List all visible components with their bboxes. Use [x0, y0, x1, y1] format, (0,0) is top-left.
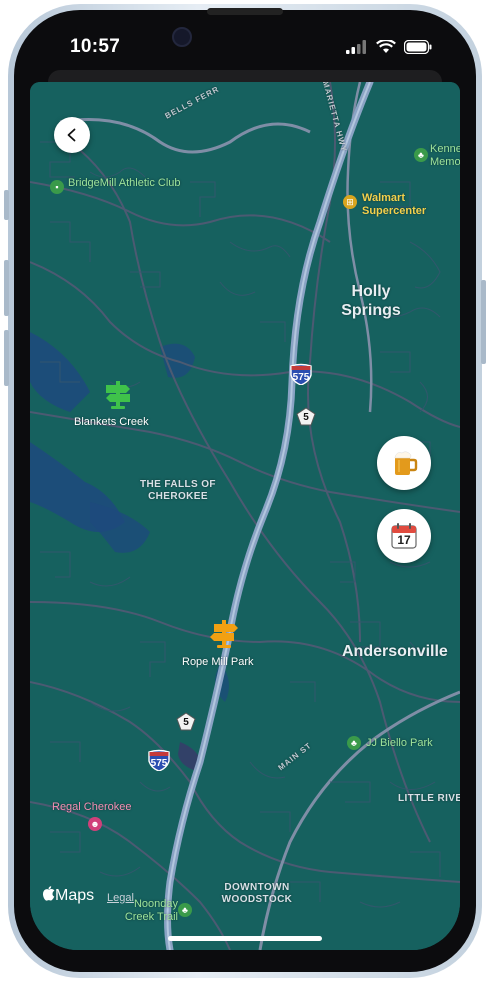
shopping-cart-icon-walmart[interactable]: ⊞: [343, 195, 357, 209]
speaker-grille: [207, 8, 283, 15]
calendar-icon: 17: [390, 522, 418, 550]
beer-filter-button[interactable]: [377, 436, 431, 490]
calendar-filter-button[interactable]: 17: [377, 509, 431, 563]
state-route-5-shield: 5: [296, 407, 316, 426]
state-route-5-shield-south: 5: [176, 712, 196, 731]
chevron-left-icon: [67, 128, 76, 142]
trail-label-blankets-creek[interactable]: Blankets Creek: [74, 416, 149, 428]
trail-label-rope-mill[interactable]: Rope Mill Park: [182, 656, 254, 668]
action-button: [4, 190, 9, 220]
calendar-day-label: 17: [397, 533, 411, 547]
battery-icon: [404, 40, 432, 54]
wifi-icon: [376, 40, 396, 53]
cellular-signal-icon: [346, 40, 366, 54]
interstate-575-shield-south: 575: [147, 749, 171, 771]
interstate-575-shield: 575: [289, 363, 313, 385]
poi-label-bridgemill[interactable]: BridgeMill Athletic Club: [68, 177, 188, 190]
apple-maps-logo: Maps: [42, 886, 94, 905]
interstate-575-south-label: 575: [150, 757, 168, 769]
trail-sign-icon-blankets-creek[interactable]: [102, 377, 134, 414]
status-icons: [346, 40, 432, 54]
volume-down-button: [4, 330, 9, 386]
park-icon-noonday[interactable]: ♣: [178, 903, 192, 917]
place-label-falls-of-cherokee: THE FALLS OF CHEROKEE: [140, 479, 216, 502]
park-icon-jj-biello[interactable]: ♣: [347, 736, 361, 750]
volume-up-button: [4, 260, 9, 316]
interstate-575-label: 575: [292, 371, 310, 383]
power-button: [481, 280, 486, 364]
poi-label-regal[interactable]: Regal Cherokee: [52, 801, 132, 813]
place-label-holly-springs: Holly Springs: [341, 283, 401, 319]
state-route-5-south-label: 5: [183, 717, 189, 728]
trail-sign-icon-rope-mill[interactable]: [208, 616, 240, 653]
state-route-5-label: 5: [303, 412, 309, 423]
place-label-downtown-woodstock: DOWNTOWN WOODSTOCK: [221, 882, 293, 905]
sports-icon-bridgemill[interactable]: ▪: [50, 180, 64, 194]
back-button[interactable]: [54, 117, 90, 153]
legal-link[interactable]: Legal: [107, 892, 134, 904]
apple-logo-icon: [42, 886, 55, 901]
front-camera-icon: [172, 27, 192, 47]
poi-label-kennesaw-memorial[interactable]: Kenne Memo: [430, 143, 460, 169]
park-icon-kennesaw[interactable]: ♣: [414, 148, 428, 162]
maps-brand-label: Maps: [55, 887, 95, 904]
poi-label-walmart[interactable]: Walmart Supercenter: [362, 192, 442, 218]
home-indicator[interactable]: [168, 936, 322, 941]
status-time: 10:57: [70, 36, 121, 57]
place-label-little-river: LITTLE RIVER: [398, 793, 460, 804]
poi-label-jj-biello[interactable]: JJ Biello Park: [366, 737, 433, 750]
theater-icon-regal[interactable]: ☻: [88, 817, 102, 831]
place-label-andersonville: Andersonville: [342, 643, 448, 660]
beer-mug-icon: [394, 451, 418, 475]
